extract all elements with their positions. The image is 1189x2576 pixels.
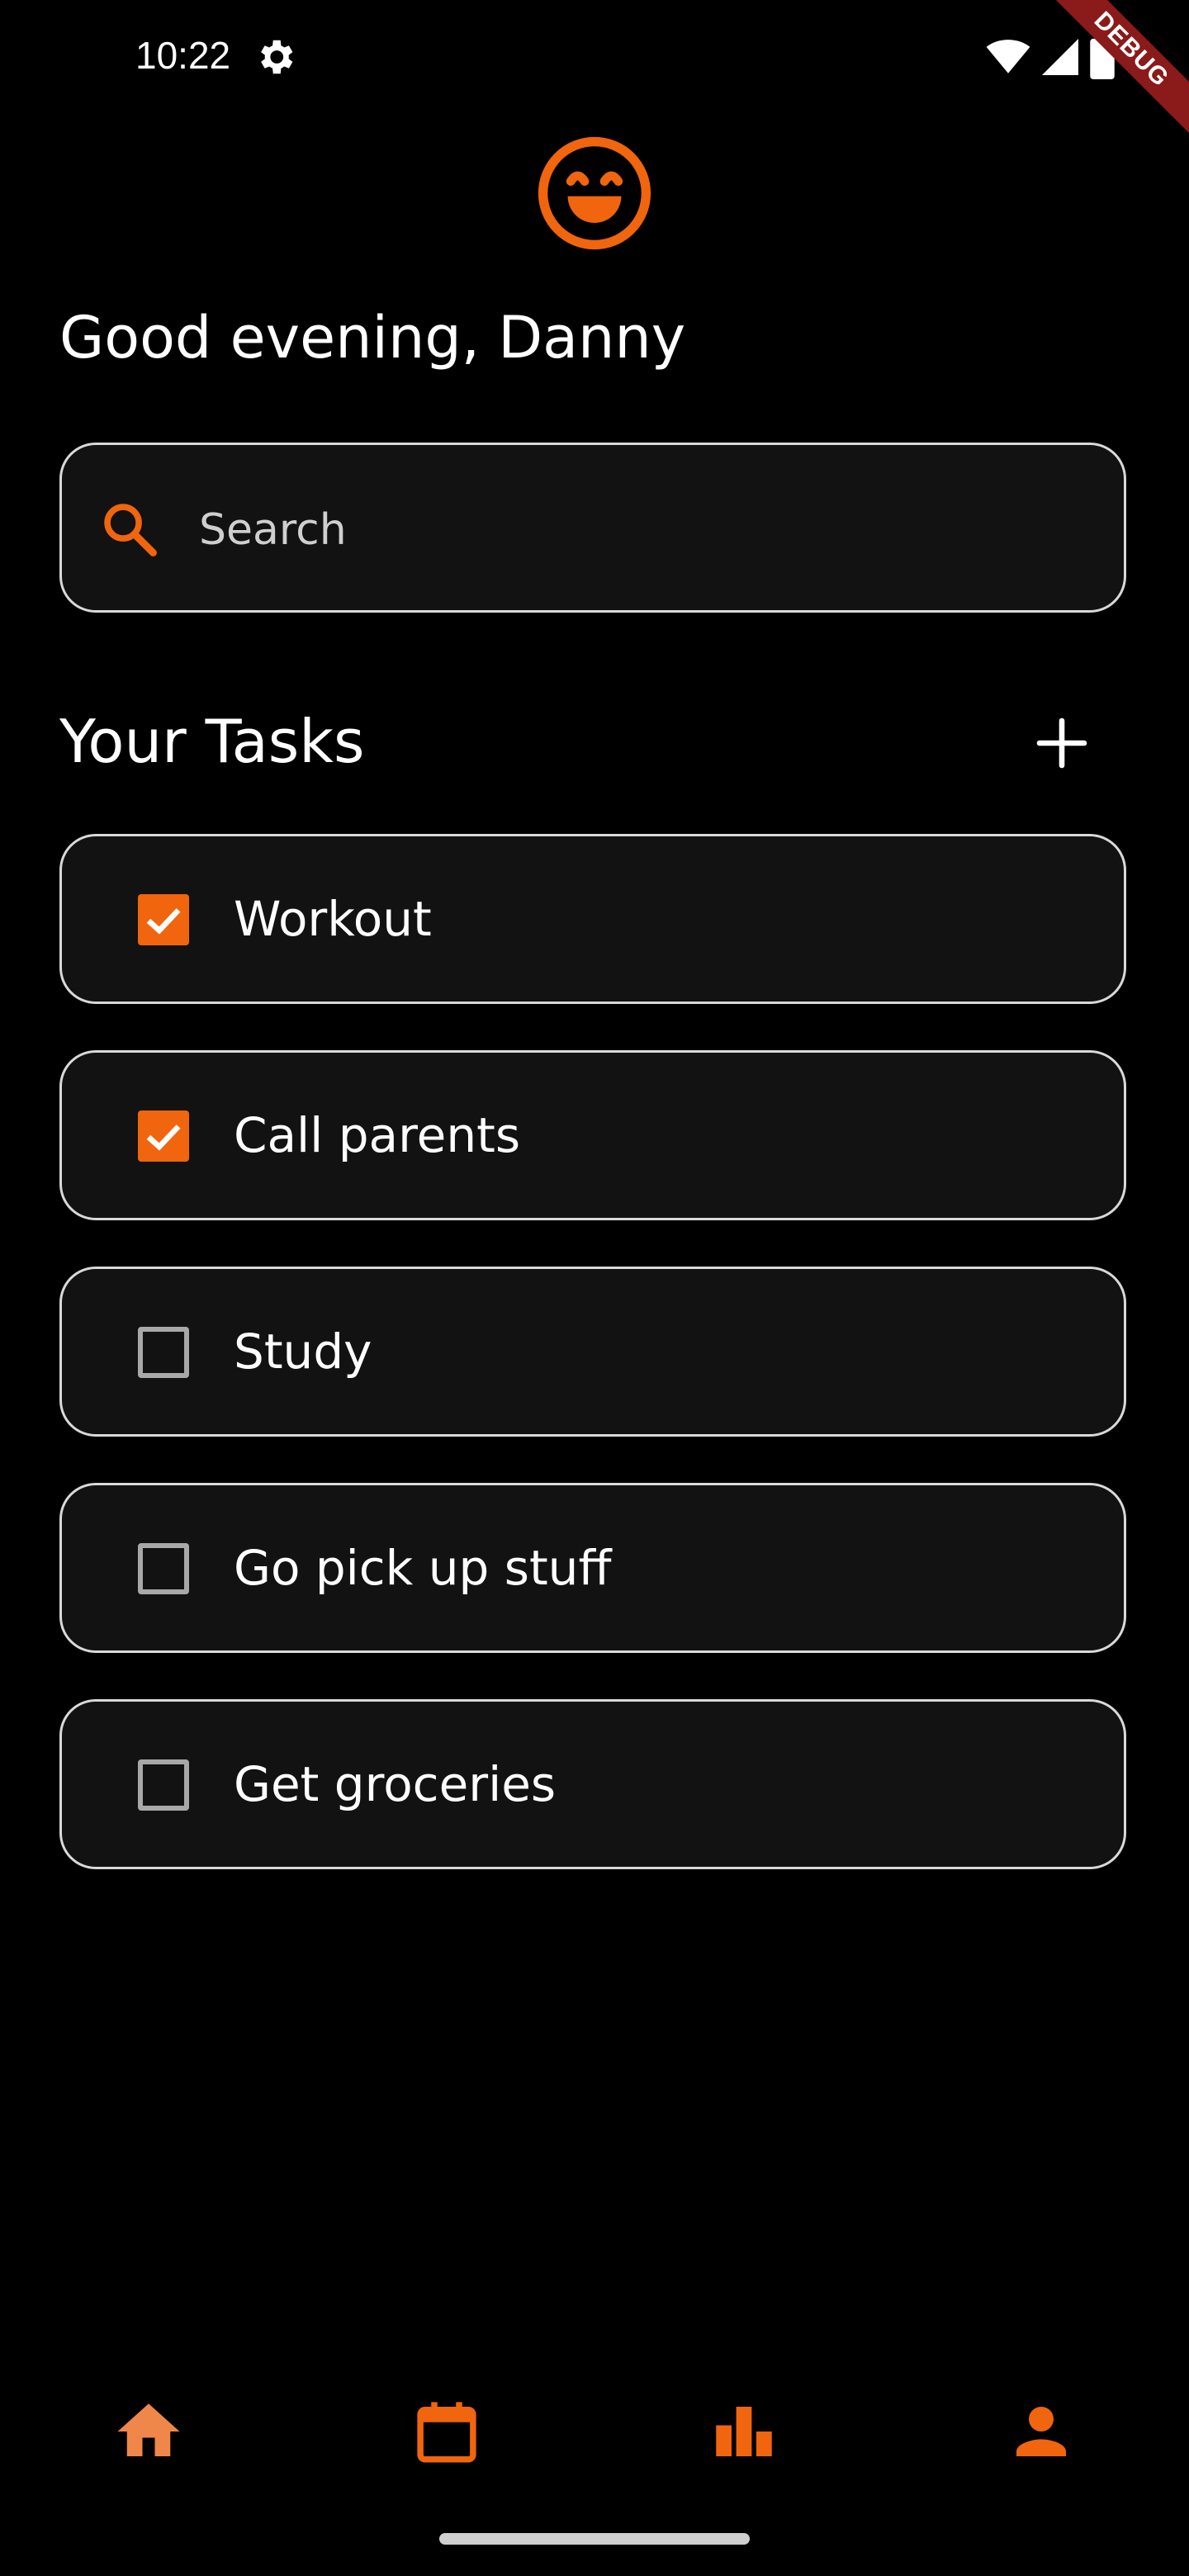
task-label: Call parents [234,1107,521,1163]
person-icon[interactable] [1004,2394,1078,2469]
home-icon[interactable] [111,2394,186,2469]
laughing-face-icon [538,136,651,250]
task-label: Study [234,1324,372,1380]
task-checkbox[interactable] [138,894,189,945]
calendar-icon[interactable] [410,2394,484,2469]
gesture-home-bar[interactable] [439,2533,750,2545]
greeting-heading: Good evening, Danny [59,304,686,372]
task-label: Workout [234,891,432,947]
search-bar[interactable] [59,443,1126,613]
bar-chart-icon[interactable] [707,2394,781,2469]
task-checkbox[interactable] [138,1110,189,1162]
task-item-go-pick-up-stuff[interactable]: Go pick up stuff [59,1483,1126,1653]
task-list: Workout Call parents Study Go pick up st… [59,834,1126,1915]
task-label: Go pick up stuff [234,1540,612,1596]
task-label: Get groceries [234,1756,557,1812]
search-icon [104,504,157,556]
task-checkbox[interactable] [138,1543,189,1594]
task-checkbox[interactable] [138,1759,189,1811]
status-icons [986,35,1115,79]
search-input[interactable] [197,488,1092,572]
bottom-nav [0,2361,1189,2485]
task-checkbox[interactable] [138,1327,189,1378]
tasks-heading: Your Tasks [59,707,365,776]
check-icon [146,908,181,935]
signal-icon [1042,39,1078,75]
task-item-get-groceries[interactable]: Get groceries [59,1699,1126,1869]
status-time: 10:22 [135,34,231,77]
wifi-icon [986,40,1030,73]
task-item-workout[interactable]: Workout [59,834,1126,1004]
add-task-button[interactable] [1032,713,1092,773]
debug-banner: DEBUG [989,0,1189,192]
task-item-call-parents[interactable]: Call parents [59,1050,1126,1220]
task-item-study[interactable]: Study [59,1267,1126,1437]
check-icon [146,1125,181,1151]
gear-icon [261,40,293,74]
status-bar: 10:22 DEBUG [0,0,1189,192]
